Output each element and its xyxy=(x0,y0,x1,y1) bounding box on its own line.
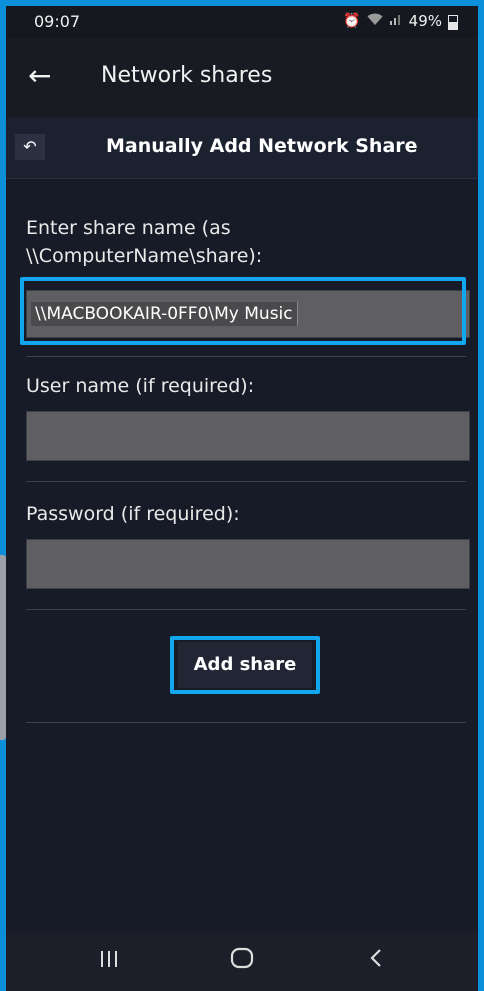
share-name-label: Enter share name (as \\ComputerName\shar… xyxy=(26,217,263,267)
battery-icon xyxy=(448,14,458,30)
navigation-bar xyxy=(6,931,478,991)
edge-panel-handle[interactable] xyxy=(0,555,6,740)
password-field[interactable] xyxy=(26,539,470,589)
recents-icon[interactable] xyxy=(98,947,120,975)
phone-screen: 09:07 ⏰ 49% ← Network shares ↶ Manually … xyxy=(6,6,478,991)
add-share-button[interactable]: Add share xyxy=(178,642,312,688)
battery-percent: 49% xyxy=(408,12,442,30)
undo-icon[interactable]: ↶ xyxy=(15,134,45,160)
status-bar: 09:07 ⏰ 49% xyxy=(6,6,478,38)
home-icon[interactable] xyxy=(230,947,254,975)
signal-icon xyxy=(389,12,403,30)
divider xyxy=(26,609,466,610)
divider xyxy=(26,722,466,723)
divider xyxy=(26,481,466,482)
section-title: Manually Add Network Share xyxy=(106,135,418,157)
password-label: Password (if required): xyxy=(26,503,240,525)
share-field-highlight xyxy=(20,277,466,345)
status-icons: ⏰ 49% xyxy=(343,12,458,30)
wifi-icon xyxy=(367,12,383,30)
back-icon[interactable] xyxy=(368,947,384,975)
user-name-label: User name (if required): xyxy=(26,375,255,397)
user-name-field[interactable] xyxy=(26,411,470,461)
arrow-left-icon[interactable]: ← xyxy=(28,60,51,92)
alarm-icon: ⏰ xyxy=(343,13,361,29)
app-bar: ← Network shares xyxy=(6,38,478,118)
page-title: Network shares xyxy=(101,63,273,88)
status-time: 09:07 xyxy=(34,12,81,31)
divider xyxy=(26,356,466,357)
add-share-button-wrap: Add share xyxy=(170,636,320,694)
sub-header: ↶ Manually Add Network Share xyxy=(6,118,478,179)
